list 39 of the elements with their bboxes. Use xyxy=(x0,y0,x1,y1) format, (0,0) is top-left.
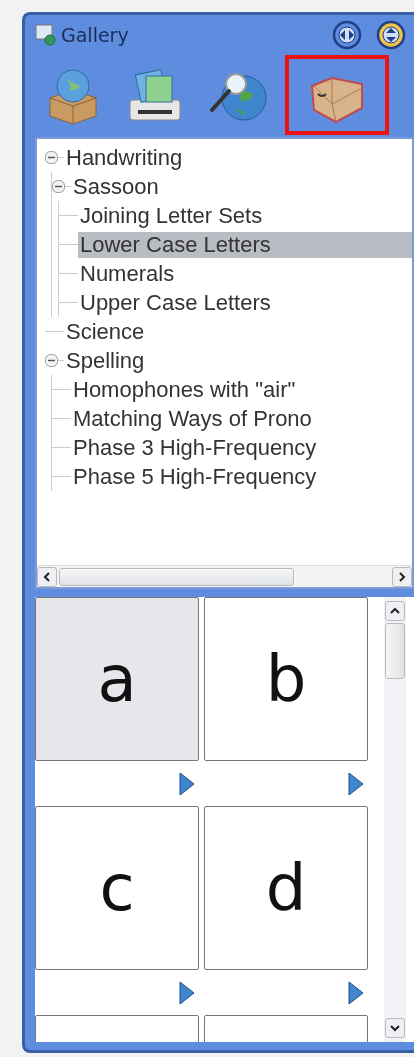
chevron-right-icon xyxy=(397,571,407,582)
tree-item[interactable]: Phase 5 High-Frequency xyxy=(71,463,319,490)
play-arrow-icon[interactable] xyxy=(179,980,195,1005)
letter-card[interactable]: a xyxy=(35,597,199,761)
play-arrow-icon[interactable] xyxy=(348,771,364,796)
letter-card[interactable]: d xyxy=(204,806,368,970)
tree-item[interactable]: Science xyxy=(64,318,147,345)
vertical-scrollbar[interactable] xyxy=(384,597,406,1042)
horizontal-scrollbar[interactable] xyxy=(37,565,412,587)
tree-item[interactable]: Joining Letter Sets xyxy=(78,202,265,229)
scrollbar-thumb[interactable] xyxy=(385,623,405,679)
tree-item[interactable]: Sassoon xyxy=(71,173,161,200)
scroll-left-button[interactable] xyxy=(37,566,57,587)
collapse-icon[interactable] xyxy=(45,151,58,164)
scroll-up-button[interactable] xyxy=(385,601,405,621)
tree-item[interactable]: Homophones with "air" xyxy=(71,376,298,403)
letter-card[interactable]: c xyxy=(35,806,199,970)
chevron-up-icon xyxy=(390,606,400,616)
window-title: Gallery xyxy=(61,24,130,46)
tree-item[interactable]: Matching Ways of Prono xyxy=(71,405,314,432)
scroll-down-button[interactable] xyxy=(385,1018,405,1038)
play-arrow-icon[interactable] xyxy=(179,771,195,796)
chevron-left-icon xyxy=(42,571,52,582)
tree-item[interactable]: Lower Case Letters xyxy=(78,231,412,258)
collapse-icon[interactable] xyxy=(45,354,58,367)
tree-item[interactable]: Numerals xyxy=(78,260,177,287)
tree-item[interactable]: Handwriting xyxy=(64,144,185,171)
tree-item[interactable]: Upper Case Letters xyxy=(78,289,273,316)
play-arrow-icon[interactable] xyxy=(348,980,364,1005)
chevron-down-icon xyxy=(390,1023,400,1033)
collapse-icon[interactable] xyxy=(52,180,65,193)
up-down-arrows-icon[interactable] xyxy=(376,20,406,50)
scroll-right-button[interactable] xyxy=(392,566,412,587)
tree-item[interactable]: Spelling xyxy=(64,347,147,374)
tree-item[interactable]: Phase 3 High-Frequency xyxy=(71,434,319,461)
left-right-arrows-icon[interactable] xyxy=(332,20,362,50)
gallery-icon xyxy=(35,24,57,46)
scrollbar-thumb[interactable] xyxy=(59,567,294,586)
letter-card[interactable]: b xyxy=(204,597,368,761)
